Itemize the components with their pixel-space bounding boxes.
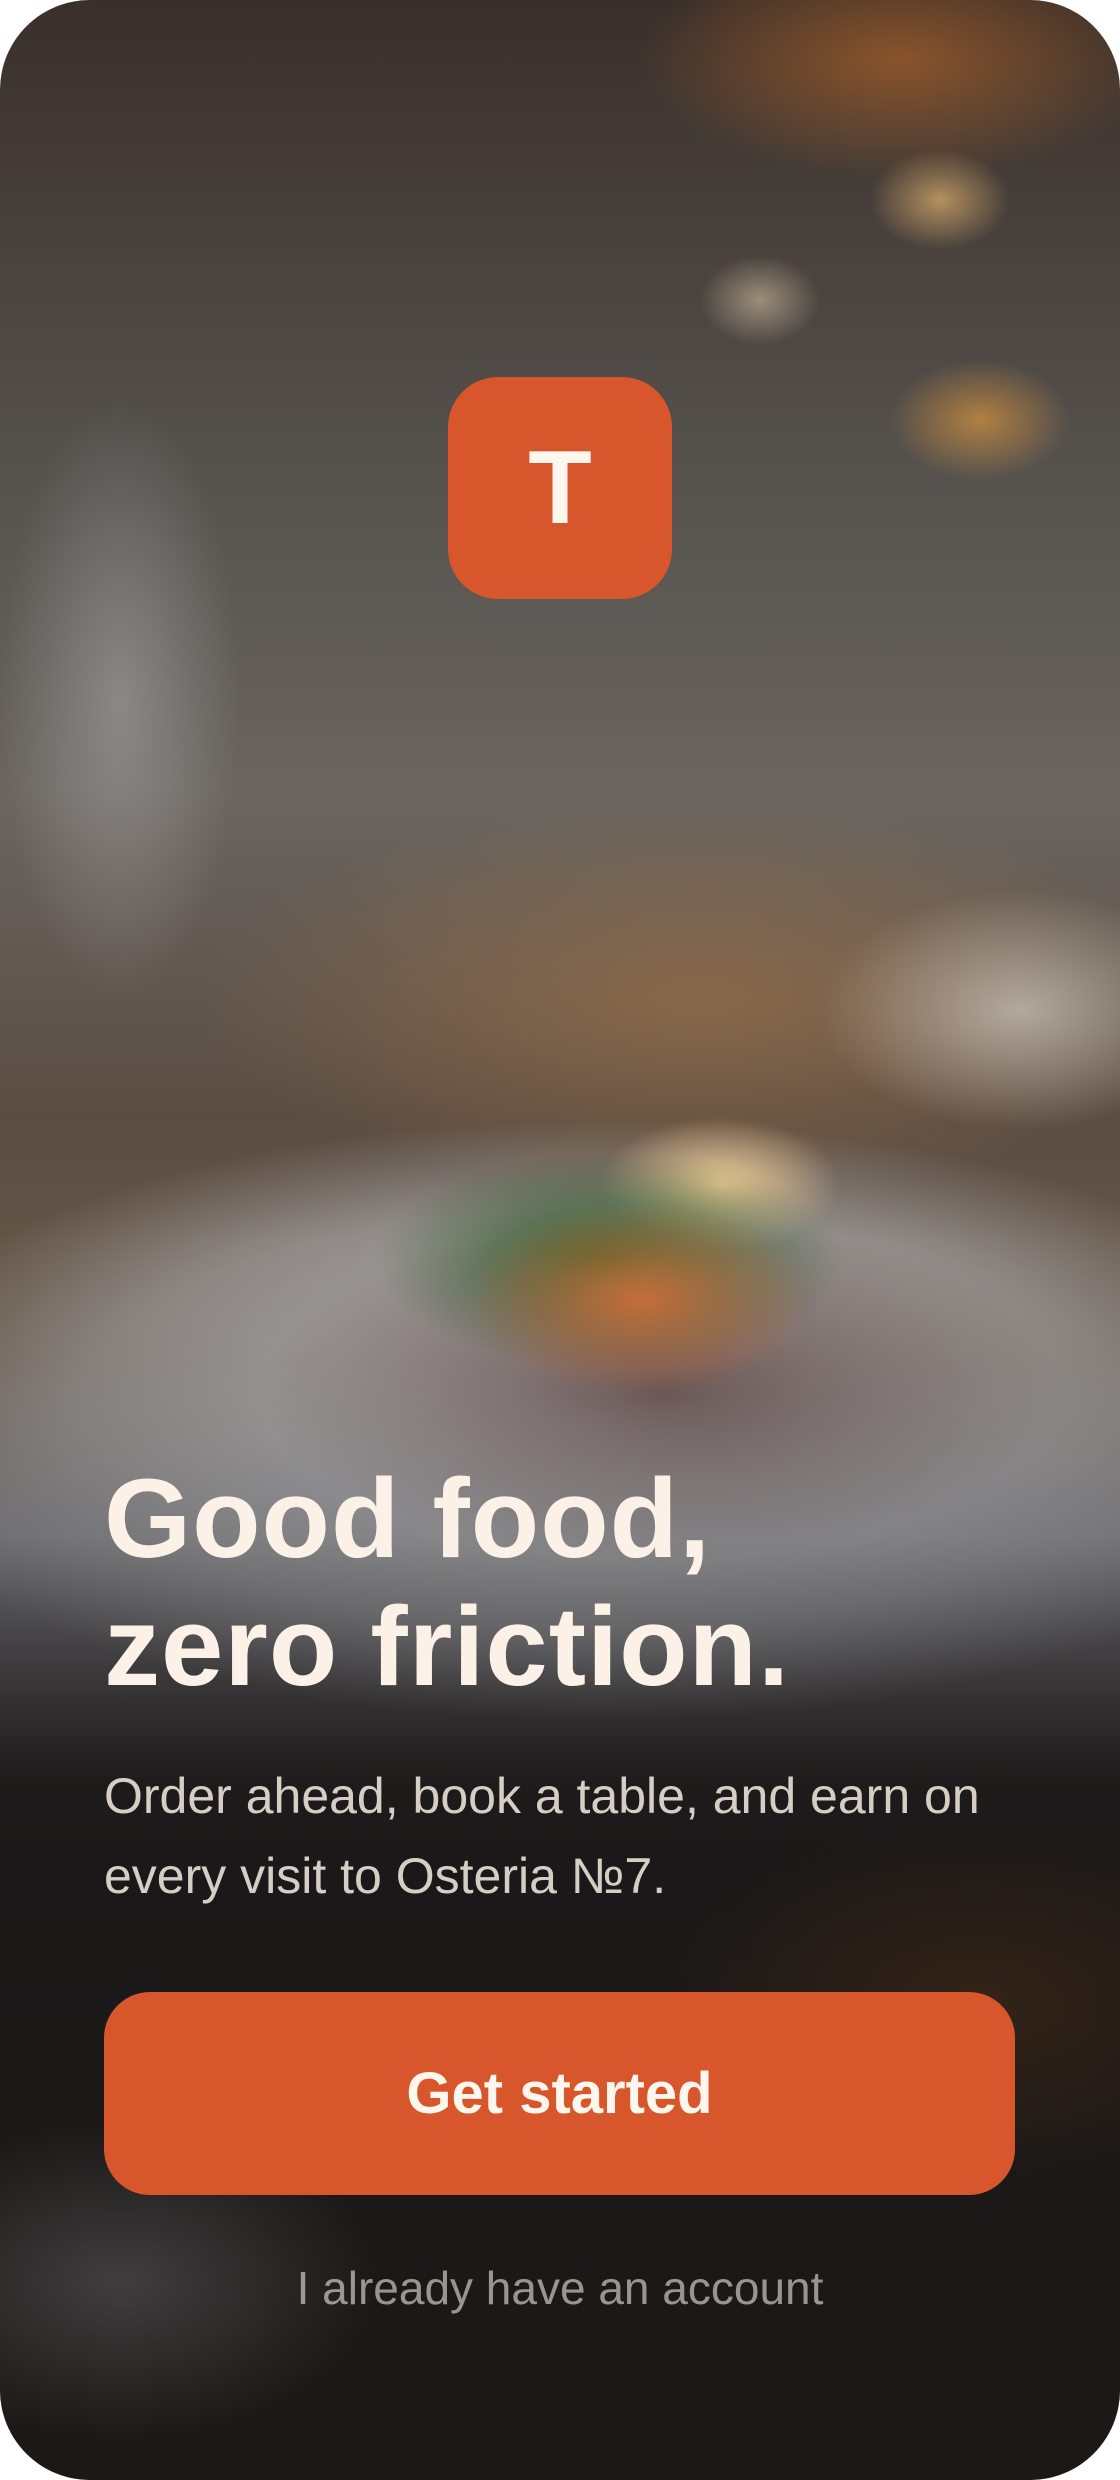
hero-subtitle: Order ahead, book a table, and earn on e… xyxy=(104,1768,980,1904)
get-started-button[interactable]: Get started xyxy=(104,1992,1015,2195)
logo-letter: T xyxy=(528,430,592,546)
onboarding-screen: T Good food, zero friction. Order ahead,… xyxy=(0,0,1120,2480)
existing-account-link[interactable]: I already have an account xyxy=(0,2250,1120,2326)
app-logo-icon: T xyxy=(448,377,672,599)
hero-headline: Good food, zero friction. xyxy=(104,1455,1054,1711)
headline-line-2: zero friction. xyxy=(104,1584,791,1709)
headline-line-1: Good food, xyxy=(104,1456,712,1581)
